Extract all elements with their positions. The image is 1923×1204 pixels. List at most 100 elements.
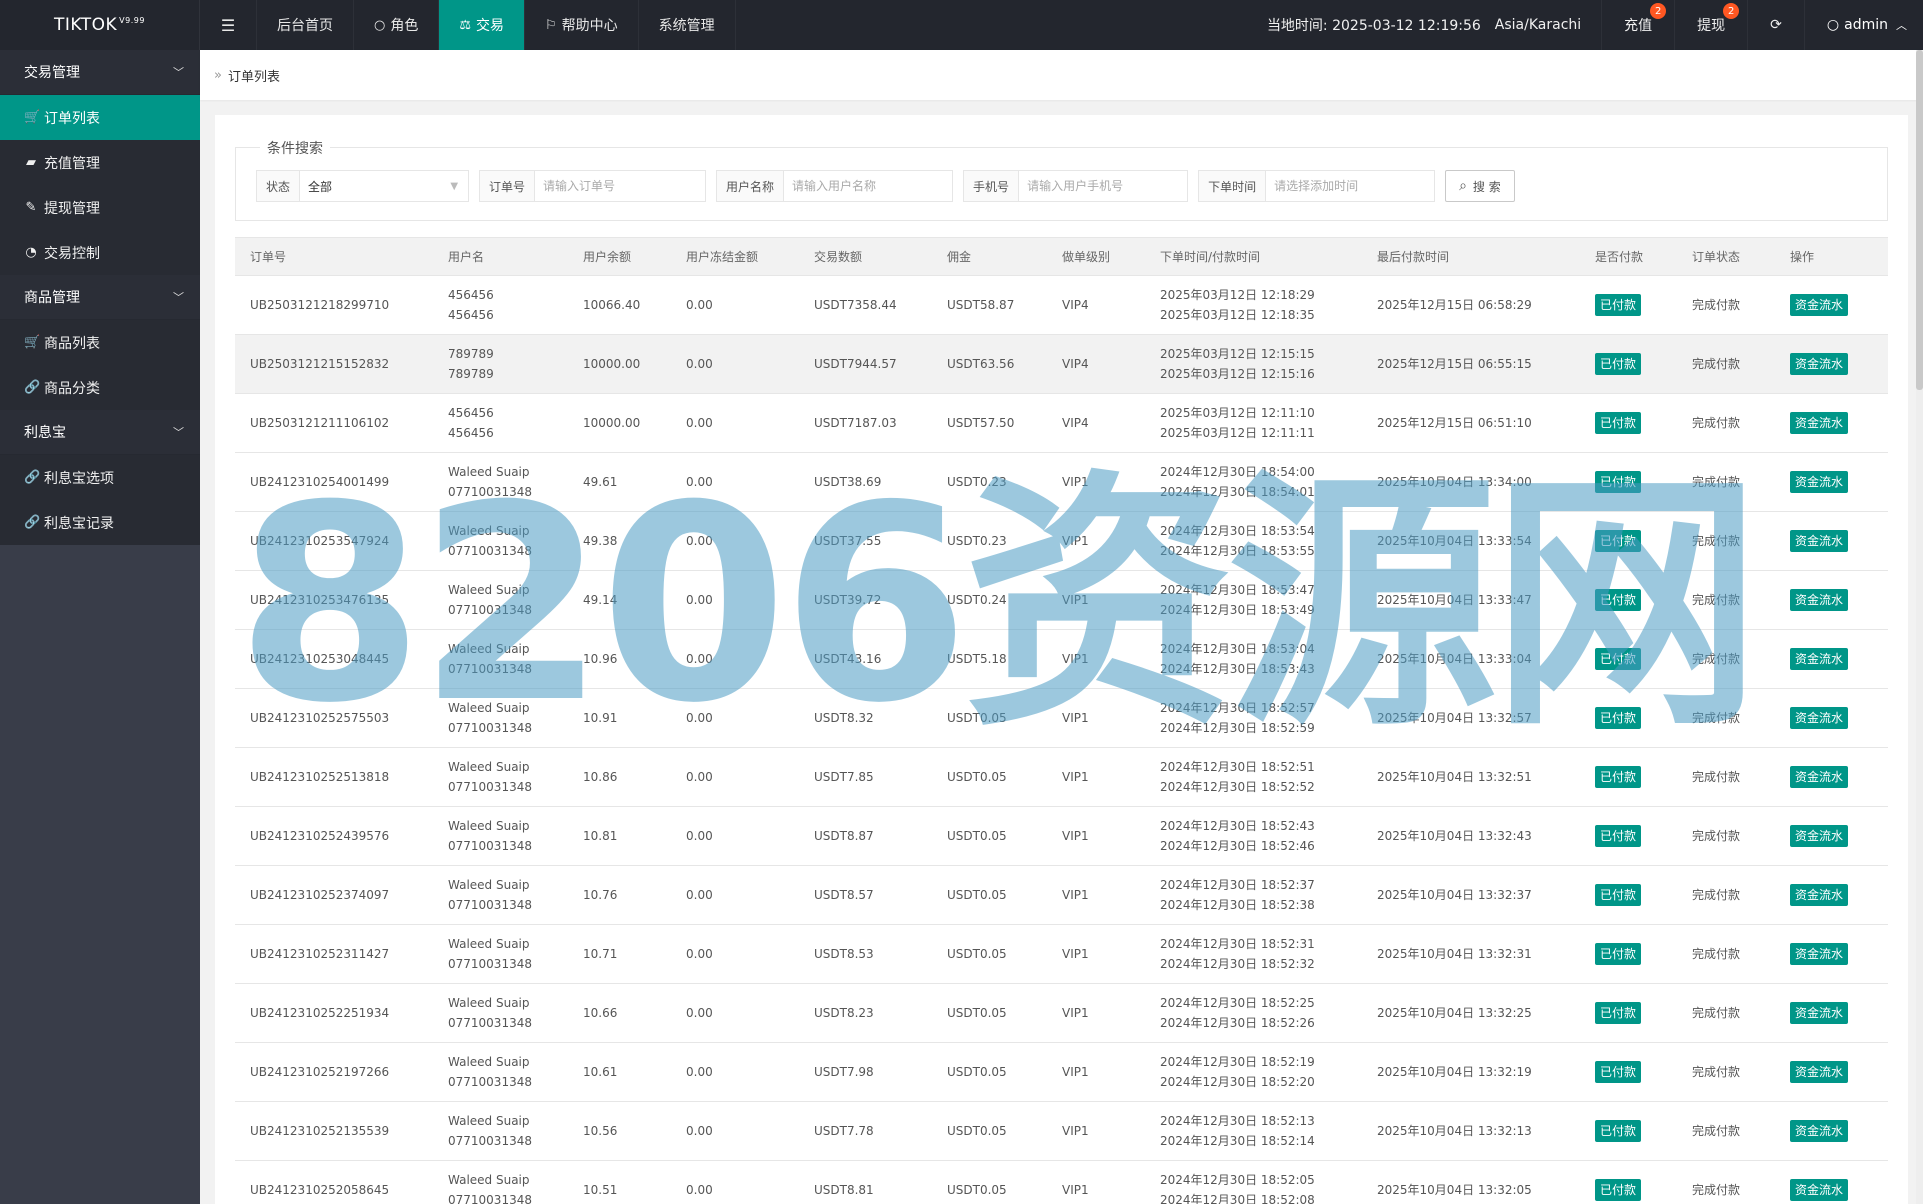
username-label: 用户名称 — [717, 171, 785, 201]
username-cell: 456456 456456 — [433, 393, 568, 453]
paid-badge[interactable]: 已付款 — [1595, 1061, 1642, 1083]
sidebar-item-trade-control[interactable]: ◔ 交易控制 — [0, 230, 200, 275]
paid-badge[interactable]: 已付款 — [1595, 589, 1642, 611]
order-no: UB2412310252439576 — [250, 829, 390, 843]
order-status: 完成付款 — [1692, 829, 1741, 843]
nav-system[interactable]: 系统管理 — [639, 0, 736, 50]
scrollbar-thumb[interactable] — [1916, 50, 1923, 390]
pay-time: 2024年12月30日 18:52:26 — [1160, 1016, 1315, 1030]
frozen-cell: 0.00 — [671, 275, 799, 335]
paid-badge[interactable]: 已付款 — [1595, 1120, 1642, 1142]
fund-flow-button[interactable]: 资金流水 — [1790, 884, 1849, 906]
nav-trade[interactable]: ⚖ 交易 — [439, 0, 525, 50]
user-phone: 456456 — [448, 426, 494, 440]
nav-role[interactable]: ○ 角色 — [354, 0, 440, 50]
fund-flow-button[interactable]: 资金流水 — [1790, 1061, 1849, 1083]
fund-flow-button[interactable]: 资金流水 — [1790, 1120, 1849, 1142]
phone-input[interactable] — [1019, 171, 1188, 201]
action-cell: 资金流水 — [1775, 747, 1888, 807]
username-input[interactable] — [784, 171, 953, 201]
order-time: 2024年12月30日 18:52:13 — [1160, 1114, 1315, 1128]
time-input[interactable] — [1266, 171, 1435, 201]
nav-dashboard[interactable]: 后台首页 — [257, 0, 354, 50]
paid-badge[interactable]: 已付款 — [1595, 707, 1642, 729]
frozen-amount: 0.00 — [686, 534, 713, 548]
last-pay-time: 2025年10月04日 13:32:37 — [1377, 888, 1532, 902]
order-no: UB2412310252513818 — [250, 770, 390, 784]
fund-flow-button[interactable]: 资金流水 — [1790, 825, 1849, 847]
fund-flow-button[interactable]: 资金流水 — [1790, 412, 1849, 434]
column-header: 订单状态 — [1677, 237, 1775, 276]
order-status: 完成付款 — [1692, 770, 1741, 784]
balance: 10.56 — [583, 1124, 618, 1138]
balance: 10.66 — [583, 1006, 618, 1020]
fund-flow-button[interactable]: 资金流水 — [1790, 353, 1849, 375]
fund-flow-button[interactable]: 资金流水 — [1790, 766, 1849, 788]
user-menu[interactable]: ○ admin ︿ — [1803, 0, 1923, 50]
sidebar-group-interest[interactable]: 利息宝 ﹀ — [0, 410, 200, 455]
vip-level: VIP1 — [1062, 1183, 1089, 1197]
paid-badge[interactable]: 已付款 — [1595, 1002, 1642, 1024]
paid-badge[interactable]: 已付款 — [1595, 412, 1642, 434]
breadcrumb-current[interactable]: 订单列表 — [228, 66, 280, 85]
paid-badge[interactable]: 已付款 — [1595, 471, 1642, 493]
breadcrumb-separator: » — [214, 67, 222, 83]
fund-flow-button[interactable]: 资金流水 — [1790, 1002, 1849, 1024]
order-no-input[interactable] — [535, 171, 706, 201]
balance-cell: 10.76 — [568, 865, 671, 925]
commission-cell: USDT0.05 — [932, 924, 1047, 984]
menu-toggle-button[interactable]: ☰ — [200, 0, 257, 50]
username-cell: Waleed Suaip 07710031348 — [433, 865, 568, 925]
last-pay-cell: 2025年10月04日 13:32:31 — [1362, 924, 1580, 984]
paid-badge[interactable]: 已付款 — [1595, 530, 1642, 552]
sidebar-group-goods[interactable]: 商品管理 ﹀ — [0, 275, 200, 320]
order-time: 2024年12月30日 18:52:57 — [1160, 701, 1315, 715]
sidebar-item-interest-records[interactable]: 🔗 利息宝记录 — [0, 500, 200, 545]
paid-cell: 已付款 — [1580, 629, 1677, 689]
fund-flow-button[interactable]: 资金流水 — [1790, 648, 1849, 670]
comment-icon: ▰ — [26, 155, 36, 170]
sidebar-item-order-list[interactable]: 🛒 订单列表 — [0, 95, 200, 140]
paid-badge[interactable]: 已付款 — [1595, 943, 1642, 965]
sidebar-item-interest-options[interactable]: 🔗 利息宝选项 — [0, 455, 200, 500]
paid-badge[interactable]: 已付款 — [1595, 648, 1642, 670]
amount-cell: USDT8.23 — [799, 983, 932, 1043]
vip-level: VIP1 — [1062, 652, 1089, 666]
status-select[interactable]: 全部 ▼ — [300, 171, 468, 201]
page-scrollbar[interactable] — [1916, 50, 1923, 1204]
sidebar-item-goods-category[interactable]: 🔗 商品分类 — [0, 365, 200, 410]
order-time: 2024年12月30日 18:54:00 — [1160, 465, 1315, 479]
recharge-button[interactable]: 充值 2 — [1601, 0, 1674, 50]
refresh-button[interactable]: ⟳ — [1747, 0, 1804, 50]
frozen-amount: 0.00 — [686, 416, 713, 430]
fund-flow-button[interactable]: 资金流水 — [1790, 1179, 1849, 1201]
sidebar-item-withdraw[interactable]: ✎ 提现管理 — [0, 185, 200, 230]
fund-flow-button[interactable]: 资金流水 — [1790, 294, 1849, 316]
paid-cell: 已付款 — [1580, 924, 1677, 984]
nav-help[interactable]: ⚐ 帮助中心 — [525, 0, 639, 50]
paid-badge[interactable]: 已付款 — [1595, 353, 1642, 375]
balance-cell: 49.14 — [568, 570, 671, 630]
sidebar-item-recharge[interactable]: ▰ 充值管理 — [0, 140, 200, 185]
app-logo[interactable]: TIKTOK V9.99 — [0, 0, 200, 50]
status-cell: 完成付款 — [1677, 747, 1775, 807]
paid-badge[interactable]: 已付款 — [1595, 825, 1642, 847]
paid-badge[interactable]: 已付款 — [1595, 884, 1642, 906]
order-time-cell: 2024年12月30日 18:52:25 2024年12月30日 18:52:26 — [1145, 983, 1362, 1043]
order-time-cell: 2024年12月30日 18:54:00 2024年12月30日 18:54:01 — [1145, 452, 1362, 512]
search-button[interactable]: ⌕ 搜 索 — [1445, 170, 1515, 202]
user-phone: 07710031348 — [448, 839, 532, 853]
sidebar-group-trade[interactable]: 交易管理 ﹀ — [0, 50, 200, 95]
fund-flow-button[interactable]: 资金流水 — [1790, 589, 1849, 611]
sidebar-item-goods-list[interactable]: 🛒 商品列表 — [0, 320, 200, 365]
vip-level: VIP1 — [1062, 947, 1089, 961]
fund-flow-button[interactable]: 资金流水 — [1790, 471, 1849, 493]
paid-badge[interactable]: 已付款 — [1595, 1179, 1642, 1201]
fund-flow-button[interactable]: 资金流水 — [1790, 530, 1849, 552]
paid-badge[interactable]: 已付款 — [1595, 766, 1642, 788]
vip-level: VIP1 — [1062, 829, 1089, 843]
paid-badge[interactable]: 已付款 — [1595, 294, 1642, 316]
fund-flow-button[interactable]: 资金流水 — [1790, 943, 1849, 965]
withdraw-button[interactable]: 提现 2 — [1674, 0, 1747, 50]
fund-flow-button[interactable]: 资金流水 — [1790, 707, 1849, 729]
